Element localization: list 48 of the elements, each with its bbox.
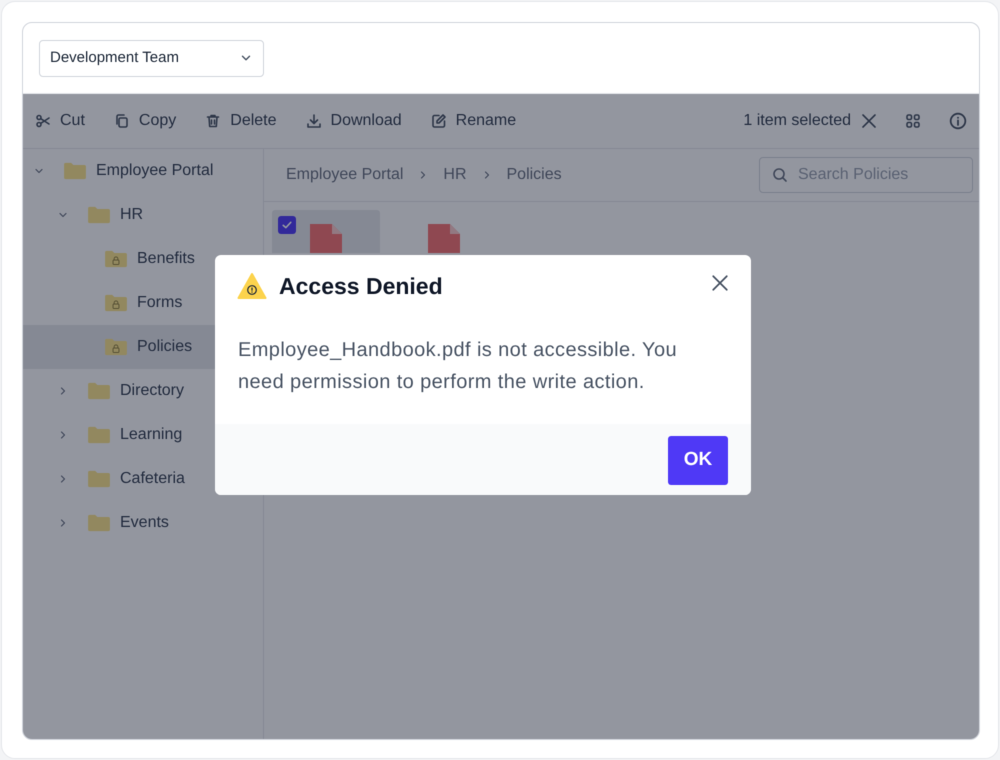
breadcrumb-link[interactable]: Employee Portal (286, 163, 404, 187)
delete-button[interactable]: Delete (205, 109, 277, 133)
info-icon (949, 112, 967, 130)
folder-icon (87, 381, 111, 401)
folder-icon (87, 469, 111, 489)
clear-selection-button[interactable] (861, 113, 877, 129)
checkbox[interactable] (278, 216, 296, 234)
close-button[interactable] (711, 274, 729, 292)
tree-item[interactable]: Forms (23, 281, 263, 325)
info-button[interactable] (949, 112, 967, 130)
rename-button[interactable]: Rename (430, 109, 516, 133)
grid-icon (905, 113, 921, 129)
cut-button[interactable]: Cut (35, 109, 85, 133)
copy-icon (114, 113, 130, 129)
breadcrumb-link[interactable]: Policies (506, 163, 562, 187)
tree-item[interactable]: HR (23, 193, 263, 237)
close-icon (861, 113, 877, 129)
download-button[interactable]: Download (306, 109, 402, 133)
folder-icon (87, 425, 111, 445)
check-icon (281, 219, 293, 231)
copy-button[interactable]: Copy (114, 109, 176, 133)
tree-item[interactable]: Cafeteria (23, 457, 263, 501)
edit-icon (430, 113, 447, 129)
folder-icon (87, 513, 111, 533)
team-dropdown[interactable]: Development Team (39, 40, 264, 76)
tree-item[interactable]: Events (23, 501, 263, 545)
scissors-icon (35, 113, 51, 129)
tree-item[interactable]: Benefits (23, 237, 263, 281)
grid-view-button[interactable] (905, 113, 921, 129)
locked-folder-icon (104, 293, 128, 313)
download-icon (306, 113, 322, 129)
pdf-file-icon (308, 222, 344, 253)
warning-icon (237, 272, 267, 300)
selection-count: 1 item selected (743, 111, 851, 131)
locked-folder-icon (104, 249, 128, 269)
search-field[interactable]: Search Policies (759, 157, 973, 193)
dialog-title: Access Denied (279, 272, 444, 301)
pdf-file-icon (426, 222, 462, 253)
ok-button[interactable]: OK (668, 436, 728, 484)
locked-folder-icon (104, 337, 128, 357)
trash-icon (205, 113, 222, 129)
folder-icon (63, 161, 87, 181)
tree-item[interactable]: Learning (23, 413, 263, 457)
file-item[interactable] (272, 210, 380, 253)
tree-item[interactable]: Employee Portal (23, 149, 263, 193)
close-icon (711, 274, 729, 292)
folder-icon (87, 205, 111, 225)
breadcrumb-link[interactable]: HR (443, 163, 466, 187)
